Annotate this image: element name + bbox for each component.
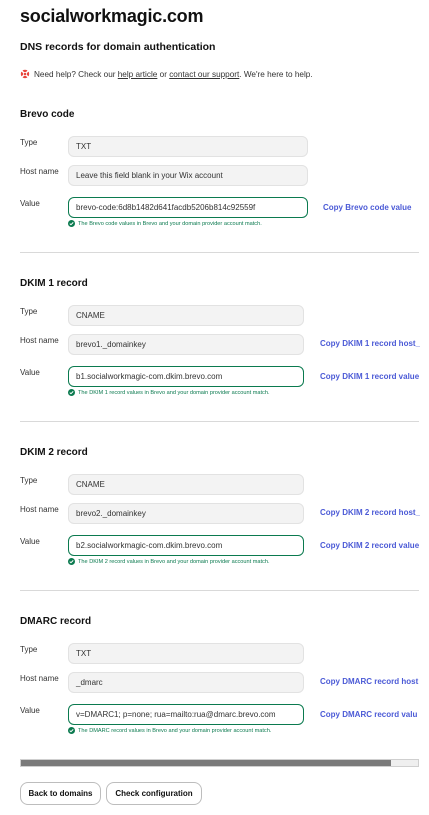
type-label: Type bbox=[20, 476, 38, 485]
check-circle-icon bbox=[68, 558, 75, 565]
check-circle-icon bbox=[68, 727, 75, 734]
host-name-field[interactable]: brevo2._domainkey bbox=[68, 503, 304, 524]
dkim1-section: DKIM 1 record Type CNAME Host name brevo… bbox=[20, 278, 420, 403]
section-title: DKIM 2 record bbox=[20, 447, 88, 458]
copy-host-link[interactable]: Copy DKIM 1 record host_ bbox=[320, 339, 420, 348]
match-message: The Brevo code values in Brevo and your … bbox=[68, 220, 262, 227]
copy-value-link[interactable]: Copy DKIM 2 record value bbox=[320, 541, 420, 550]
section-title: DMARC record bbox=[20, 616, 92, 627]
value-label: Value bbox=[20, 537, 40, 546]
dkim2-section: DKIM 2 record Type CNAME Host name brevo… bbox=[20, 447, 420, 572]
match-message: The DKIM 2 record values in Brevo and yo… bbox=[68, 558, 270, 565]
horizontal-scrollbar[interactable] bbox=[20, 759, 419, 767]
copy-host-link[interactable]: Copy DKIM 2 record host_ bbox=[320, 508, 420, 517]
host-name-label: Host name bbox=[20, 505, 59, 514]
scrollbar-thumb[interactable] bbox=[21, 760, 391, 766]
type-label: Type bbox=[20, 307, 38, 316]
section-divider bbox=[20, 252, 419, 253]
match-message: The DMARC record values in Brevo and you… bbox=[68, 727, 271, 734]
copy-value-link[interactable]: Copy DKIM 1 record value bbox=[320, 372, 420, 381]
help-prefix: Need help? Check our bbox=[34, 69, 118, 79]
contact-support-link[interactable]: contact our support bbox=[169, 70, 239, 79]
copy-host-link[interactable]: Copy DMARC record host bbox=[320, 677, 420, 686]
match-message: The DKIM 1 record values in Brevo and yo… bbox=[68, 389, 270, 396]
page-title: DNS records for domain authentication bbox=[20, 41, 216, 53]
match-text: The DMARC record values in Brevo and you… bbox=[78, 727, 272, 734]
host-name-field[interactable]: _dmarc bbox=[68, 672, 304, 693]
section-title: DKIM 1 record bbox=[20, 278, 88, 289]
section-divider bbox=[20, 590, 419, 591]
type-field[interactable]: CNAME bbox=[68, 305, 304, 326]
copy-value-link[interactable]: Copy Brevo code value bbox=[323, 203, 420, 212]
value-label: Value bbox=[20, 199, 40, 208]
value-label: Value bbox=[20, 368, 40, 377]
check-circle-icon bbox=[68, 389, 75, 396]
host-name-field[interactable]: Leave this field blank in your Wix accou… bbox=[68, 165, 308, 186]
match-text: The DKIM 2 record values in Brevo and yo… bbox=[78, 558, 270, 565]
help-middle: or bbox=[157, 69, 170, 79]
type-field[interactable]: CNAME bbox=[68, 474, 304, 495]
section-divider bbox=[20, 421, 419, 422]
value-field[interactable]: v=DMARC1; p=none; rua=mailto:rua@dmarc.b… bbox=[68, 704, 304, 725]
match-text: The DKIM 1 record values in Brevo and yo… bbox=[78, 389, 270, 396]
help-article-link[interactable]: help article bbox=[118, 70, 158, 79]
value-label: Value bbox=[20, 706, 40, 715]
dmarc-section: DMARC record Type TXT Host name _dmarc C… bbox=[20, 616, 420, 741]
lifebuoy-icon bbox=[20, 69, 30, 79]
check-circle-icon bbox=[68, 220, 75, 227]
copy-value-link[interactable]: Copy DMARC record valu bbox=[320, 710, 420, 719]
help-text: Need help? Check our help article or con… bbox=[20, 69, 313, 79]
value-field[interactable]: b1.socialworkmagic-com.dkim.brevo.com bbox=[68, 366, 304, 387]
host-name-label: Host name bbox=[20, 336, 59, 345]
type-label: Type bbox=[20, 645, 38, 654]
help-suffix: . We're here to help. bbox=[239, 69, 313, 79]
type-field[interactable]: TXT bbox=[68, 643, 304, 664]
type-field[interactable]: TXT bbox=[68, 136, 308, 157]
back-to-domains-button[interactable]: Back to domains bbox=[20, 782, 101, 805]
check-configuration-button[interactable]: Check configuration bbox=[106, 782, 202, 805]
type-label: Type bbox=[20, 138, 38, 147]
brevo-code-section: Brevo code Type TXT Host name Leave this… bbox=[20, 109, 420, 234]
host-name-label: Host name bbox=[20, 167, 59, 176]
host-name-field[interactable]: brevo1._domainkey bbox=[68, 334, 304, 355]
value-field[interactable]: brevo-code:6d8b1482d641facdb5206b814c925… bbox=[68, 197, 308, 218]
value-field[interactable]: b2.socialworkmagic-com.dkim.brevo.com bbox=[68, 535, 304, 556]
match-text: The Brevo code values in Brevo and your … bbox=[78, 220, 262, 227]
section-title: Brevo code bbox=[20, 109, 75, 120]
site-domain-title: socialworkmagic.com bbox=[20, 6, 204, 26]
host-name-label: Host name bbox=[20, 674, 59, 683]
